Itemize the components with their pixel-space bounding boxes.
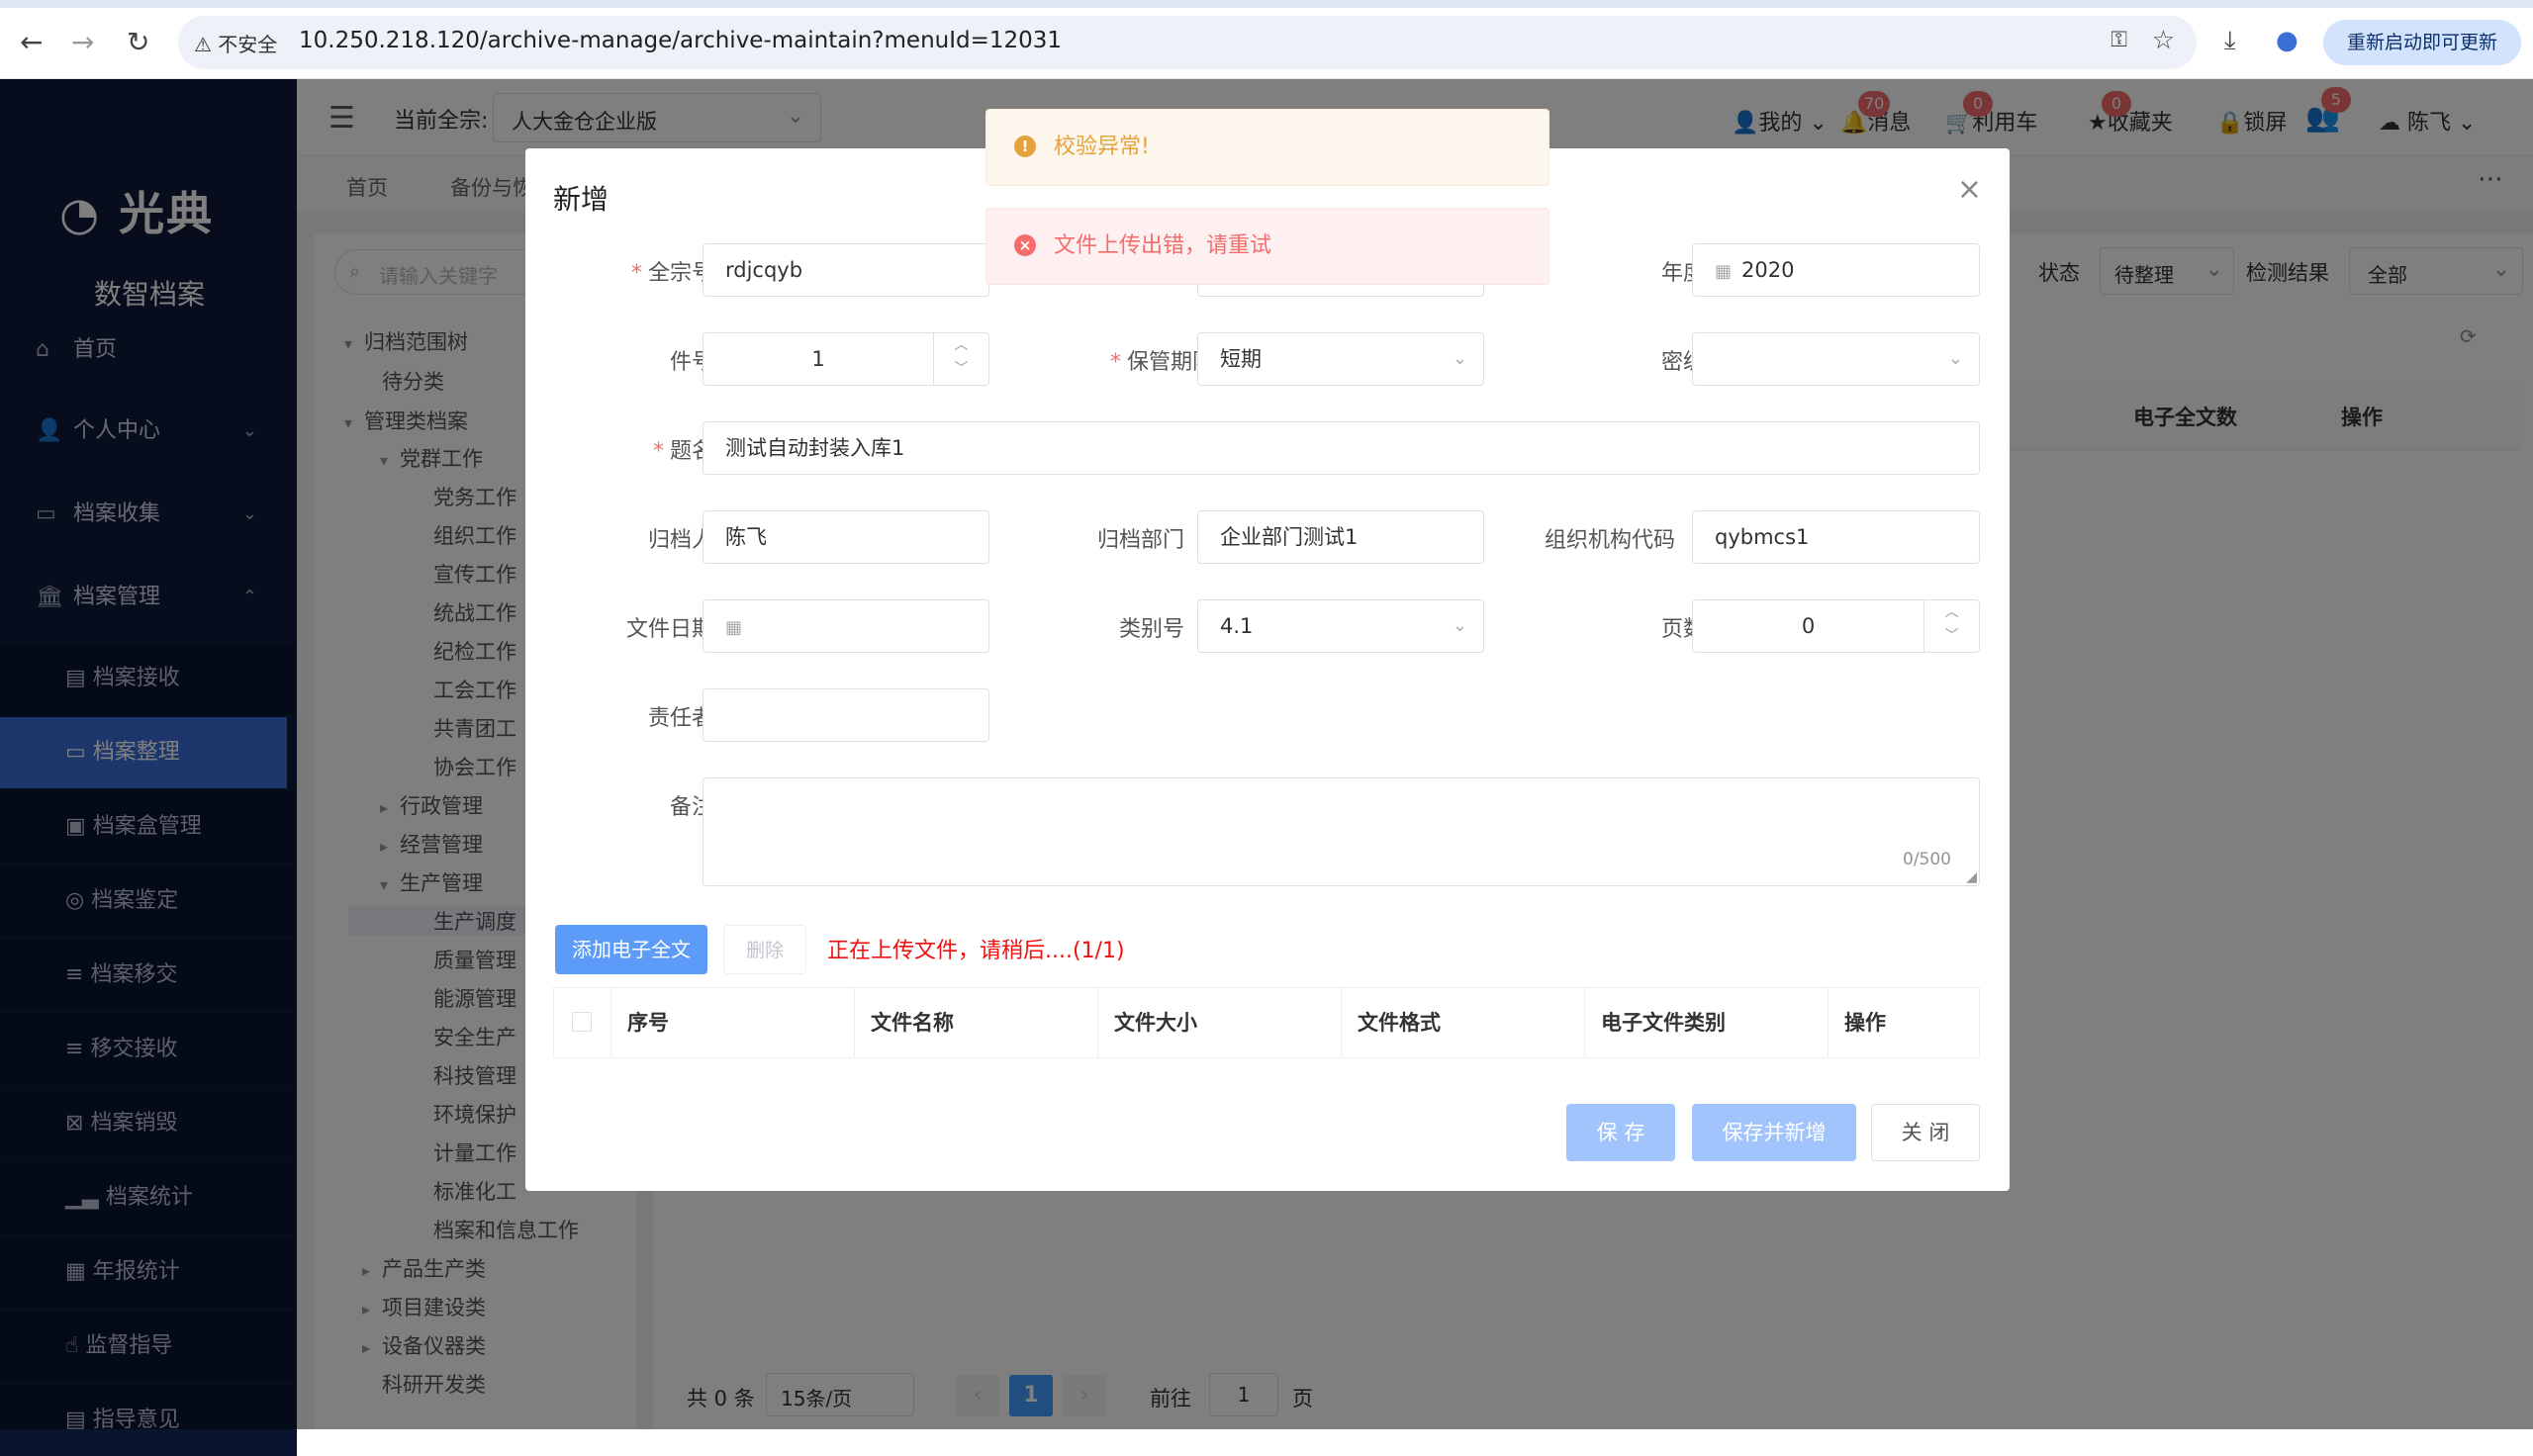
error-toast: × 文件上传出错，请重试 xyxy=(985,208,1549,285)
retention-select[interactable]: 短期 ⌄ xyxy=(1197,332,1484,386)
remark-label: 备注 xyxy=(585,789,713,821)
dept-input[interactable]: 企业部门测试1 xyxy=(1197,510,1484,564)
pages-stepper[interactable]: 0 ︿ ﹀ xyxy=(1692,599,1980,653)
stepper-controls[interactable]: ︿ ﹀ xyxy=(1923,600,1979,652)
star-icon[interactable]: ☆ xyxy=(2152,26,2175,55)
label-text: 类别号 xyxy=(1118,617,1184,642)
calendar-icon: ▦ xyxy=(1715,261,1733,282)
select-all-checkbox[interactable] xyxy=(572,1012,592,1032)
label-text: 组织机构代码 xyxy=(1544,528,1675,553)
pages-value: 0 xyxy=(1801,614,1816,638)
fonds-label: * 全宗号 xyxy=(630,261,713,286)
back-icon[interactable]: ← xyxy=(20,26,43,58)
file-date-picker[interactable]: ▦ xyxy=(703,599,989,653)
chevron-down-icon[interactable]: ﹀ xyxy=(934,357,988,381)
secret-select[interactable]: ⌄ xyxy=(1692,332,1980,386)
chevron-down-icon: ⌄ xyxy=(1452,348,1467,369)
select-all-checkbox-cell xyxy=(554,988,611,1057)
item-no-stepper[interactable]: 1 ︿ ﹀ xyxy=(703,332,989,386)
item-no-label: 件号 xyxy=(585,344,713,376)
add-archive-dialog: 新增 × *全宗号 rdjcqyb 年度 年度 ▦2020 件号 1︿﹀ *保管… xyxy=(525,148,2010,1191)
delete-file-button[interactable]: 删除 xyxy=(723,925,806,974)
dept-label: 归档部门 xyxy=(1056,522,1184,554)
save-and-new-button[interactable]: 保存并新增 xyxy=(1692,1104,1856,1161)
security-label: 不安全 xyxy=(218,33,278,56)
archiver-input[interactable]: 陈飞 xyxy=(703,510,989,564)
file-col-seq: 序号 xyxy=(611,988,855,1057)
profile-icon[interactable]: ● xyxy=(2276,26,2298,55)
retention-label: * 保管期限 xyxy=(1109,350,1214,375)
download-icon[interactable]: ⤓ xyxy=(2224,26,2236,56)
responsible-label: 责任者 xyxy=(585,700,713,732)
security-warning[interactable]: ⚠ 不安全 xyxy=(194,29,277,57)
error-icon: × xyxy=(1014,234,1036,256)
chevron-down-icon: ⌄ xyxy=(1452,615,1467,636)
close-icon[interactable]: × xyxy=(1957,172,1982,207)
file-col-size: 文件大小 xyxy=(1098,988,1342,1057)
chevron-down-icon[interactable]: ﹀ xyxy=(1924,624,1979,648)
upload-status-text: 正在上传文件，请稍后....(1/1) xyxy=(827,939,1125,963)
url-text[interactable]: 10.250.218.120/archive-manage/archive-ma… xyxy=(299,28,1062,53)
chevron-up-icon[interactable]: ︿ xyxy=(1924,600,1979,624)
year-label: 年度 xyxy=(1576,255,1705,287)
file-col-name: 文件名称 xyxy=(855,988,1098,1057)
chevron-up-icon[interactable]: ︿ xyxy=(934,333,988,357)
calendar-icon: ▦ xyxy=(725,617,743,638)
file-date-label: 文件日期 xyxy=(585,611,713,643)
file-col-category: 电子文件类别 xyxy=(1585,988,1829,1057)
relaunch-button[interactable]: 重新启动即可更新 xyxy=(2323,20,2521,65)
warning-message: 校验异常! xyxy=(1054,135,1150,159)
year-value: 2020 xyxy=(1741,258,1795,282)
key-icon[interactable]: ⚿ xyxy=(2111,28,2127,52)
dialog-title: 新增 xyxy=(553,183,610,216)
item-no-value: 1 xyxy=(811,347,825,371)
fonds-input[interactable]: rdjcqyb xyxy=(703,243,989,297)
org-code-label: 组织机构代码 xyxy=(1477,522,1675,554)
address-bar[interactable]: ⚠ 不安全 10.250.218.120/archive-manage/arch… xyxy=(178,16,2197,69)
archiver-label: 归档人 xyxy=(585,522,713,554)
warning-toast: ! 校验异常! xyxy=(985,109,1549,186)
save-button[interactable]: 保 存 xyxy=(1566,1104,1675,1161)
secret-label: 密级 xyxy=(1576,344,1705,376)
title-input[interactable]: 测试自动封装入库1 xyxy=(703,421,1980,475)
file-col-format: 文件格式 xyxy=(1342,988,1585,1057)
category-label: 类别号 xyxy=(1056,611,1184,643)
tab-strip xyxy=(0,0,2533,8)
forward-icon[interactable]: → xyxy=(71,26,94,58)
category-select[interactable]: 4.1 ⌄ xyxy=(1197,599,1484,653)
title-label: * 题名 xyxy=(652,439,713,464)
responsible-input[interactable] xyxy=(703,688,989,742)
error-message: 文件上传出错，请重试 xyxy=(1054,233,1272,258)
remark-counter: 0/500 xyxy=(1903,850,1951,869)
category-value: 4.1 xyxy=(1220,614,1254,638)
browser-chrome: ← → ↻ ⚠ 不安全 10.250.218.120/archive-manag… xyxy=(0,0,2533,79)
remark-textarea[interactable]: 0/500 ◢ xyxy=(703,777,1980,886)
warning-icon: ! xyxy=(1014,136,1036,157)
chevron-down-icon: ⌄ xyxy=(1947,348,1963,369)
file-table: 序号 文件名称 文件大小 文件格式 电子文件类别 操作 xyxy=(553,987,1980,1058)
year-picker[interactable]: ▦ 2020 xyxy=(1692,243,1980,297)
resize-handle-icon[interactable]: ◢ xyxy=(1966,869,1977,885)
label-text: 文件日期 xyxy=(625,617,713,642)
close-button[interactable]: 关 闭 xyxy=(1871,1104,1980,1161)
label-text: 归档部门 xyxy=(1096,528,1184,553)
file-col-ops: 操作 xyxy=(1844,1011,1886,1035)
retention-value: 短期 xyxy=(1220,347,1262,371)
org-code-input[interactable]: qybmcs1 xyxy=(1692,510,1980,564)
pages-label: 页数 xyxy=(1576,611,1705,643)
add-electronic-file-button[interactable]: 添加电子全文 xyxy=(555,925,707,974)
reload-icon[interactable]: ↻ xyxy=(127,26,149,58)
stepper-controls[interactable]: ︿ ﹀ xyxy=(933,333,988,385)
